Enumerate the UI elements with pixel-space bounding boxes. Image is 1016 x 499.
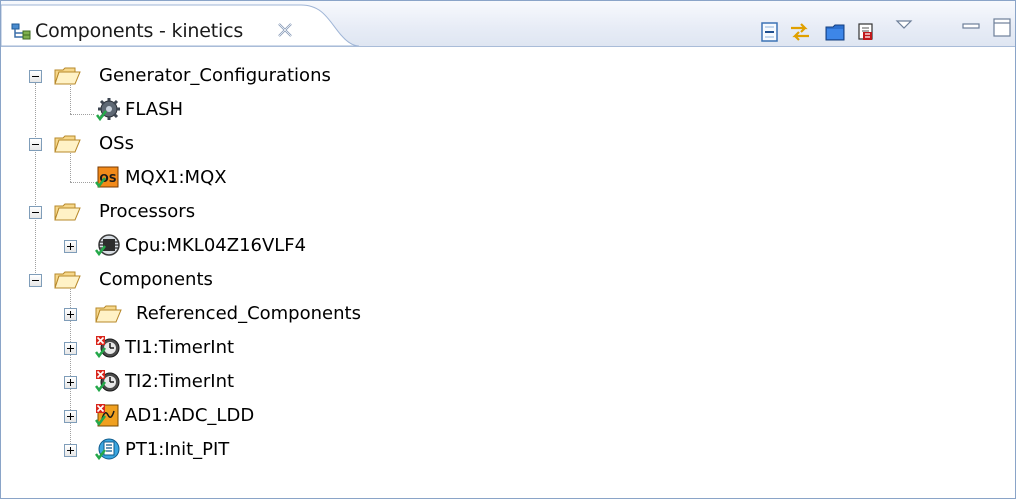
os-component-icon: OS — [94, 165, 122, 191]
expand-toggle[interactable] — [64, 308, 77, 321]
collapse-toggle[interactable] — [29, 206, 42, 219]
tree-node-label: Referenced_Components — [136, 303, 361, 324]
tree-node-label: OSs — [99, 133, 134, 154]
expand-toggle[interactable] — [64, 410, 77, 423]
view-menu-icon[interactable] — [892, 15, 916, 39]
tree-node-label: Components — [99, 269, 213, 290]
cpu-chip-icon — [94, 233, 122, 259]
folder-icon — [53, 267, 81, 293]
minimize-icon[interactable] — [960, 15, 984, 39]
collapse-toggle[interactable] — [29, 274, 42, 287]
view-tab-title: Components - kinetics — [35, 20, 244, 42]
tree-node-label: PT1:Init_PIT — [125, 439, 230, 460]
tree-node-label: TI2:TimerInt — [125, 371, 235, 392]
tree-node-label: Cpu:MKL04Z16VLF4 — [125, 235, 307, 256]
folder-icon — [94, 301, 122, 327]
collapse-toggle[interactable] — [29, 70, 42, 83]
tree-node-label: MQX1:MQX — [125, 167, 227, 188]
expand-toggle[interactable] — [64, 444, 77, 457]
tree-node-label: FLASH — [125, 99, 184, 120]
folder-icon — [53, 63, 81, 89]
folder-icon — [53, 199, 81, 225]
configuration-gear-icon — [94, 97, 122, 123]
maximize-icon[interactable] — [990, 15, 1014, 39]
pit-component-icon — [94, 437, 122, 463]
tree-node-label: TI1:TimerInt — [125, 337, 235, 358]
tree-node-label: Processors — [99, 201, 196, 222]
collapse-toggle[interactable] — [29, 138, 42, 151]
close-icon[interactable] — [276, 21, 294, 39]
expand-toggle[interactable] — [64, 376, 77, 389]
generate-code-icon[interactable] — [854, 20, 878, 44]
components-view-icon — [11, 22, 33, 42]
expand-toggle[interactable] — [64, 240, 77, 253]
open-folder-icon[interactable] — [824, 20, 848, 44]
tree-node-label: AD1:ADC_LDD — [125, 405, 255, 426]
adc-component-icon — [94, 403, 122, 429]
components-view: Components - kinetics Generator_Configur… — [0, 0, 1016, 499]
expand-toggle[interactable] — [64, 342, 77, 355]
timer-component-icon — [94, 335, 122, 361]
folder-icon — [53, 131, 81, 157]
tree-node-label: Generator_Configurations — [99, 65, 331, 86]
view-tab-strip: Components - kinetics — [1, 1, 1015, 47]
timer-component-icon — [94, 369, 122, 395]
component-tree: Generator_Configurations FLASH OSs OS MQ… — [1, 47, 1015, 499]
collapse-all-icon[interactable] — [758, 20, 782, 44]
link-with-editor-icon[interactable] — [788, 20, 812, 44]
